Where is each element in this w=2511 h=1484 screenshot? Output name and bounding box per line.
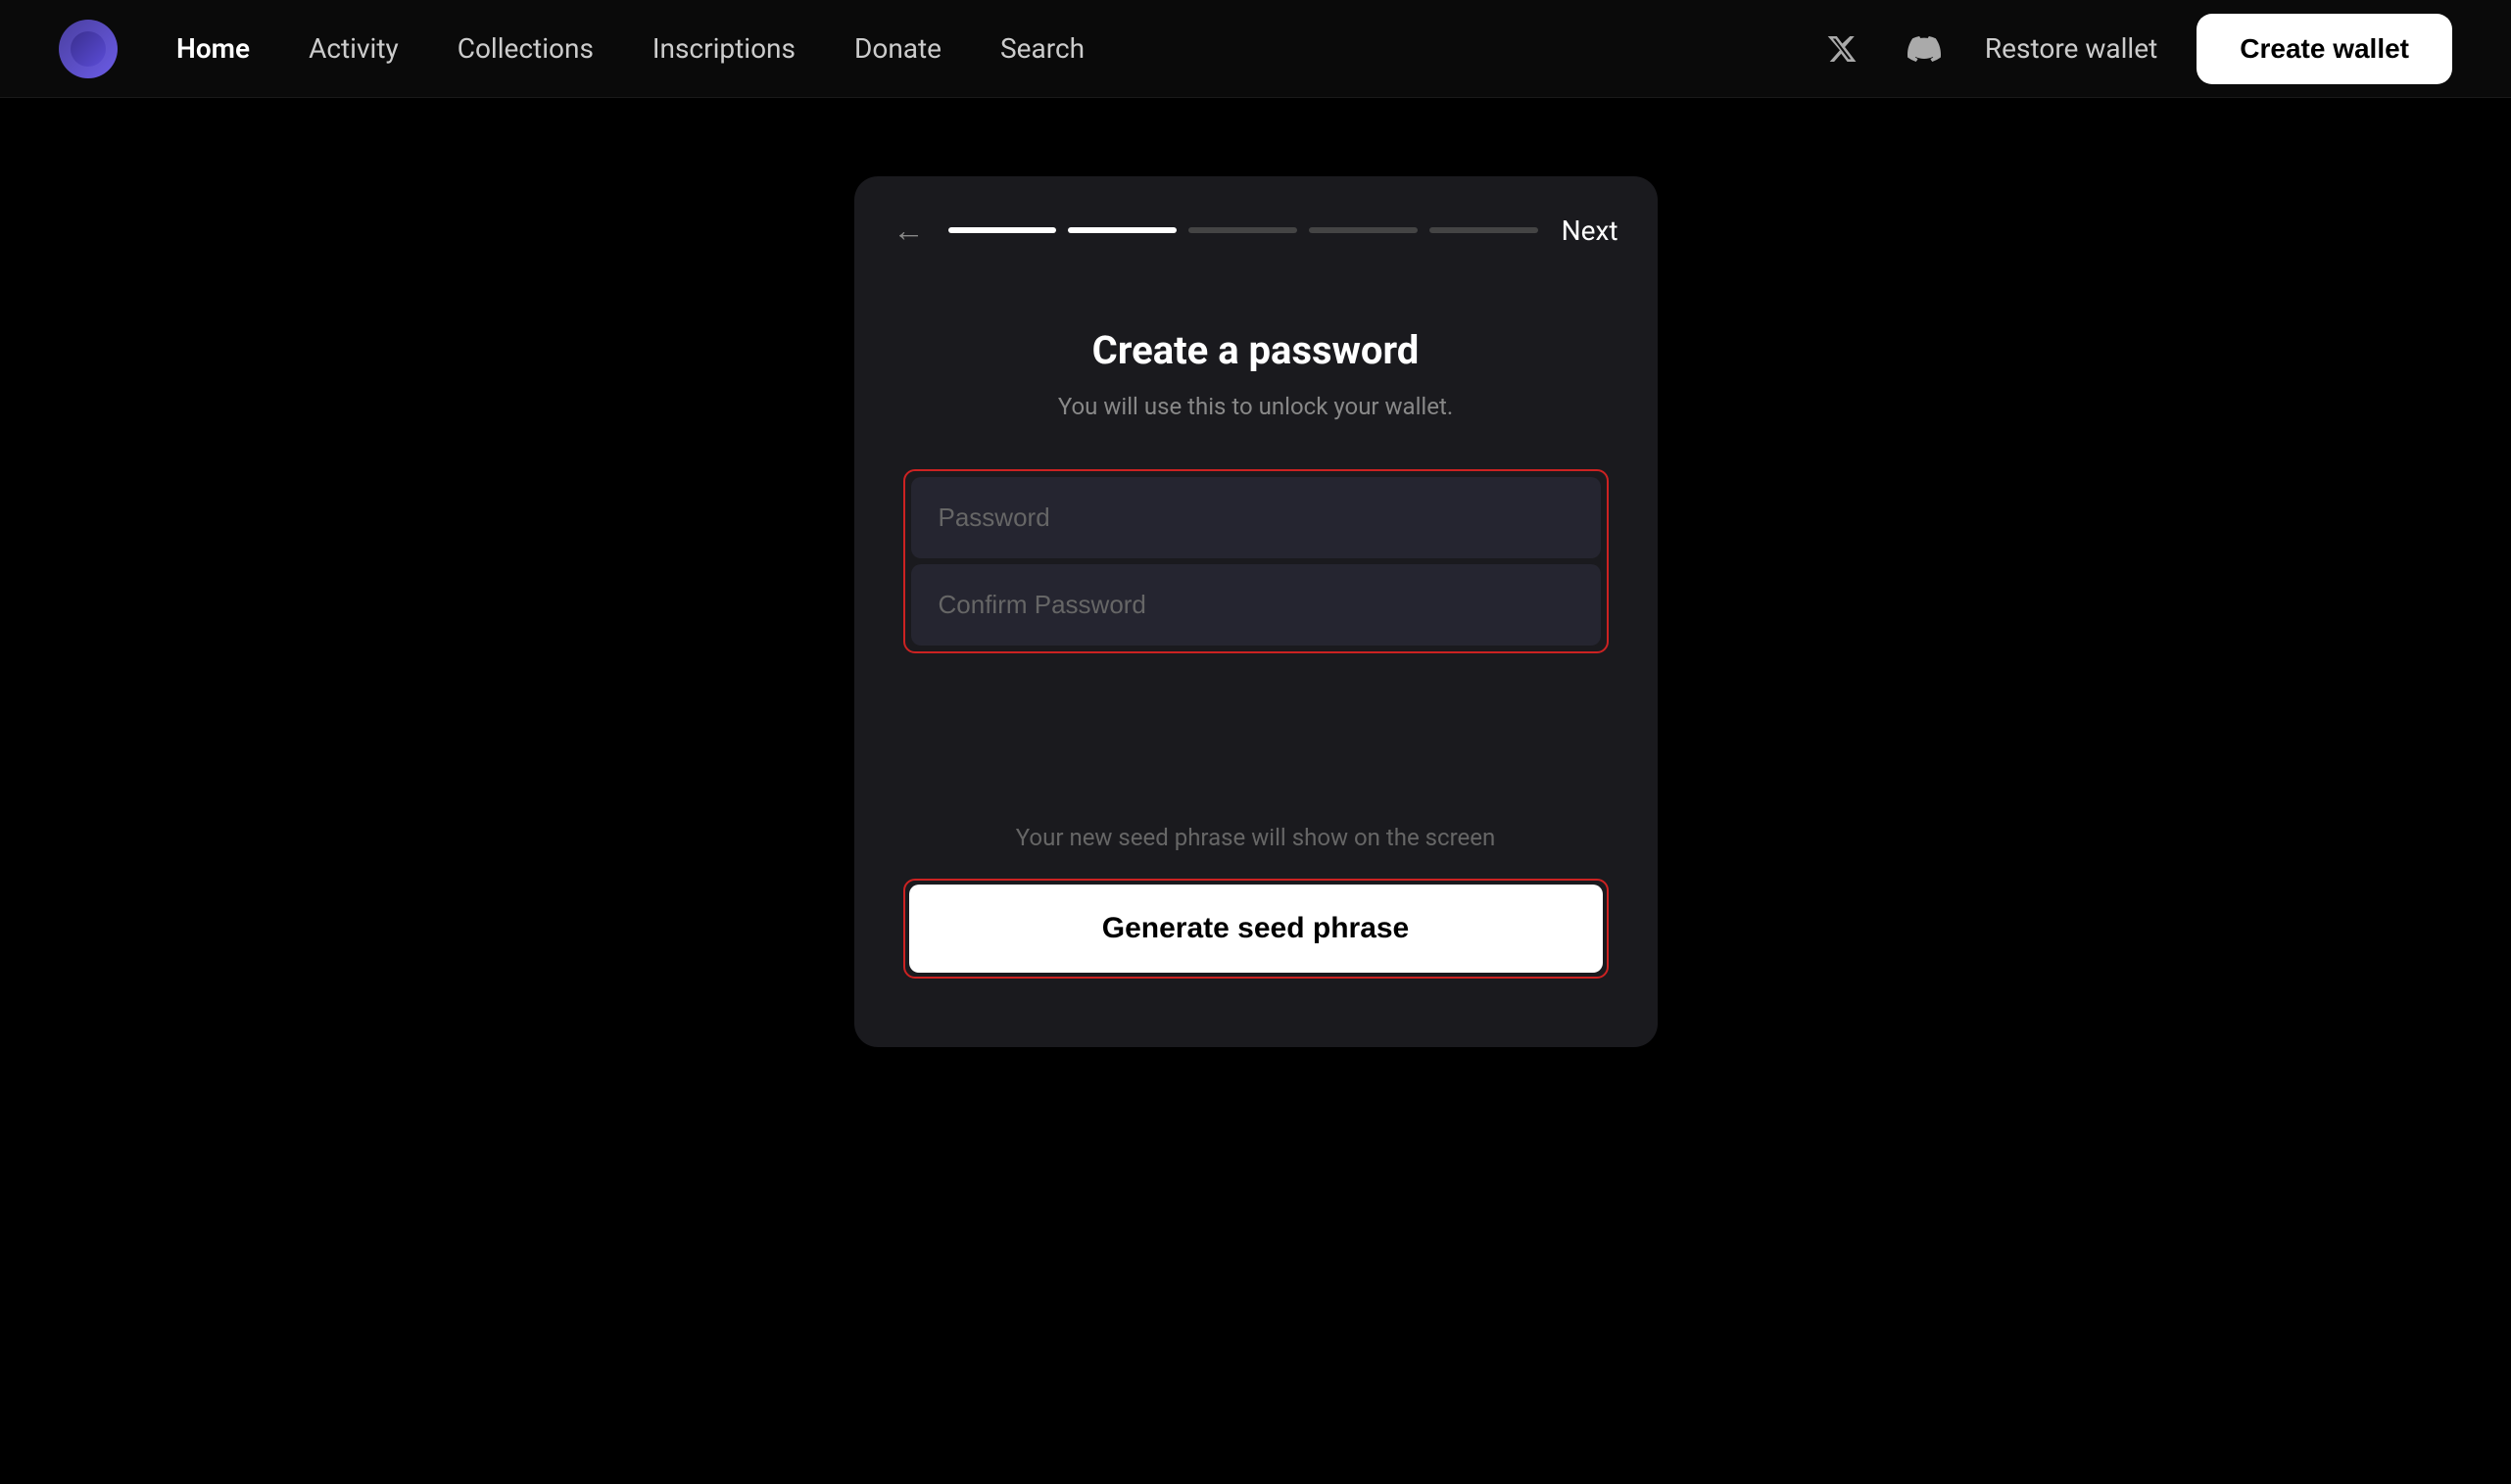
modal-spacer [903, 702, 1609, 820]
nav-link-search[interactable]: Search [1000, 32, 1085, 65]
logo-inner [71, 31, 106, 67]
nav-link-collections[interactable]: Collections [458, 32, 594, 65]
modal-card: BLOCKBEATS ← Next Create a password You … [854, 176, 1658, 1047]
restore-wallet-link[interactable]: Restore wallet [1985, 32, 2157, 65]
twitter-icon[interactable] [1820, 27, 1863, 71]
next-button[interactable]: Next [1562, 215, 1618, 247]
nav-links: Home Activity Collections Inscriptions D… [176, 32, 1820, 65]
generate-seed-phrase-button[interactable]: Generate seed phrase [909, 885, 1603, 973]
modal-title: Create a password [903, 327, 1609, 373]
nav-right: Restore wallet Create wallet [1820, 14, 2452, 84]
seed-info-text: Your new seed phrase will show on the sc… [903, 820, 1609, 855]
nav-link-donate[interactable]: Donate [854, 32, 942, 65]
discord-icon[interactable] [1903, 27, 1946, 71]
password-input[interactable] [911, 477, 1601, 558]
modal-header: ← Next [854, 176, 1658, 268]
navbar: Home Activity Collections Inscriptions D… [0, 0, 2511, 98]
nav-link-home[interactable]: Home [176, 32, 250, 65]
progress-segment-5 [1429, 227, 1538, 233]
create-wallet-button[interactable]: Create wallet [2197, 14, 2452, 84]
confirm-password-input[interactable] [911, 564, 1601, 646]
progress-segment-1 [948, 227, 1057, 233]
nav-link-activity[interactable]: Activity [309, 32, 399, 65]
modal-subtitle: You will use this to unlock your wallet. [903, 393, 1609, 420]
back-button[interactable]: ← [893, 212, 925, 249]
modal-bottom-padding [903, 979, 1609, 998]
main-content: BLOCKBEATS ← Next Create a password You … [0, 98, 2511, 1484]
progress-segment-2 [1068, 227, 1177, 233]
progress-bars [948, 227, 1538, 233]
progress-segment-3 [1188, 227, 1297, 233]
password-fields-container [903, 469, 1609, 653]
modal-body: Create a password You will use this to u… [854, 268, 1658, 1047]
progress-segment-4 [1309, 227, 1418, 233]
nav-link-inscriptions[interactable]: Inscriptions [652, 32, 796, 65]
logo[interactable] [59, 20, 118, 78]
generate-btn-container: Generate seed phrase [903, 879, 1609, 979]
